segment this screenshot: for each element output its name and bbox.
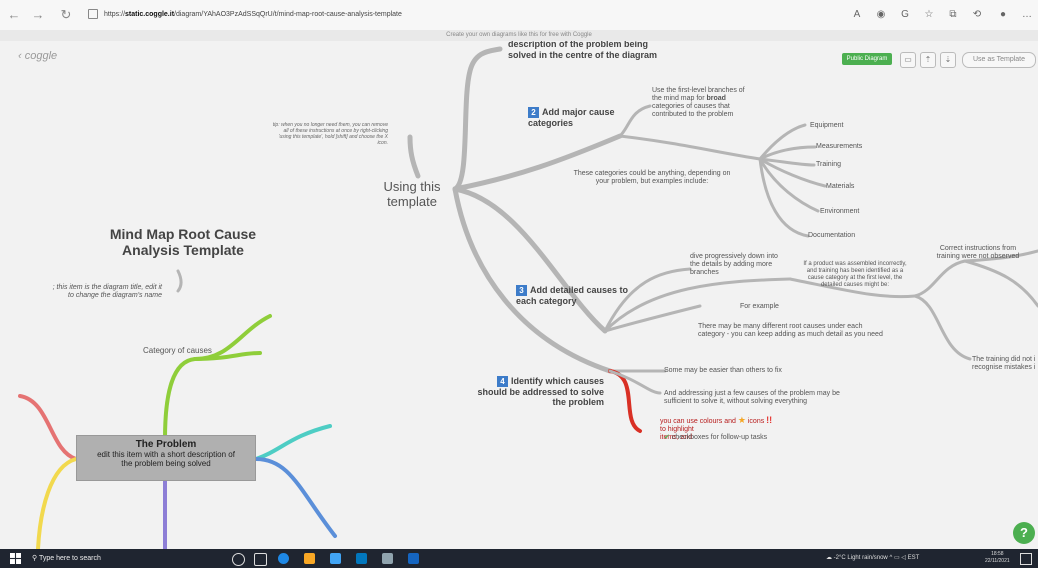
cortana-icon[interactable] [232, 553, 245, 566]
volume-icon[interactable]: ◁ [901, 555, 906, 561]
forward-icon[interactable]: → [30, 7, 46, 23]
step2-number-badge: 2 [528, 107, 539, 119]
browser-toolbar: ← → ↻ https://static.coggle.it/diagram/Y… [0, 0, 1038, 31]
collections-icon[interactable]: ⧉ [946, 8, 960, 22]
public-diagram-badge[interactable]: Public Diagram [842, 53, 892, 65]
category-equipment[interactable]: Equipment [810, 122, 843, 130]
windows-start-icon[interactable] [10, 553, 21, 564]
chevron-up-icon[interactable]: ^ [889, 555, 892, 561]
notifications-icon[interactable] [1020, 553, 1032, 565]
taskbar-search[interactable]: ⚲ Type here to search [32, 551, 212, 566]
mind-map-canvas[interactable]: ‹ coggle Public Diagram ▭ ⇡ ⇣ Use as Tem… [0, 41, 1038, 549]
comment-icon[interactable]: ▭ [900, 52, 916, 68]
download-icon[interactable]: ⇣ [940, 52, 956, 68]
more-menu-icon[interactable]: … [1020, 8, 1034, 22]
problem-node[interactable]: The Problem edit this item with a short … [76, 435, 256, 481]
many-causes-note[interactable]: There may be many different root causes … [698, 323, 883, 339]
checkbox-note[interactable]: ✔ checkboxes for follow-up tasks [664, 434, 767, 442]
step2-desc-part2: categories of causes that contributed to… [652, 103, 734, 118]
checkbox-icon: ✔ [664, 434, 670, 441]
step3-node[interactable]: 3 Add detailed causes to each category [516, 285, 628, 306]
extension-icon[interactable]: ◉ [874, 8, 888, 22]
favorite-icon[interactable]: ☆ [922, 8, 936, 22]
help-button[interactable]: ? [1013, 522, 1035, 544]
coggle-logo[interactable]: ‹ coggle [18, 50, 57, 62]
example-description[interactable]: If a product was assembled incorrectly, … [780, 261, 930, 289]
category-measurements[interactable]: Measurements [816, 143, 862, 151]
share-icon[interactable]: ⇡ [920, 52, 936, 68]
taskbar-search-placeholder: Type here to search [38, 555, 101, 562]
step4-node[interactable]: 4 Identify which causes should be address… [468, 376, 604, 407]
problem-title: The Problem [135, 439, 197, 450]
star-icon: ★ [737, 415, 746, 425]
step2-node[interactable]: 2 Add major cause categories [528, 107, 615, 128]
detail-cause-training[interactable]: The training did not i recognise mistake… [972, 356, 1035, 372]
back-icon[interactable]: ← [6, 7, 22, 23]
use-as-template-button[interactable]: Use as Template [962, 52, 1036, 68]
step2-desc-bold: broad [706, 95, 726, 102]
clock[interactable]: 18:58 22/11/2021 [985, 551, 1010, 565]
edge-icon[interactable] [278, 553, 289, 564]
checkboxes-text: checkboxes for follow-up tasks [671, 434, 768, 441]
category-training[interactable]: Training [816, 161, 841, 169]
reload-icon[interactable]: ↻ [58, 7, 74, 23]
step1-partial-text[interactable]: description of the problem being solved … [508, 41, 657, 61]
history-icon[interactable]: ⟲ [970, 8, 984, 22]
url-path: /diagram/YAhAO3PzAdSSqQrU/t/mind-map-roo… [174, 11, 402, 18]
app-icon[interactable] [382, 553, 393, 564]
word-icon[interactable] [408, 553, 419, 564]
center-node[interactable]: Using this template [372, 179, 452, 209]
weather-icon[interactable]: ☁ [826, 555, 832, 561]
google-icon[interactable]: G [898, 8, 912, 22]
step4-number-badge: 4 [496, 376, 508, 388]
network-icon[interactable]: ▭ [894, 555, 900, 561]
mail-icon[interactable] [356, 553, 367, 564]
address-bar[interactable]: https://static.coggle.it/diagram/YAhAO3P… [88, 5, 848, 25]
step3-label: Add detailed causes to each category [516, 285, 629, 307]
promo-banner[interactable]: Create your own diagrams like this for f… [0, 30, 1038, 41]
weather-text[interactable]: -2°C Light rain/snow [834, 555, 888, 561]
colours-text: you can use colours and [660, 418, 736, 425]
category-documentation[interactable]: Documentation [808, 232, 855, 240]
task-view-icon[interactable] [254, 553, 267, 566]
problem-subtitle: edit this item with a short description … [97, 450, 235, 468]
url-domain: static.coggle.it [125, 11, 175, 18]
categories-description[interactable]: These categories could be anything, depe… [562, 170, 742, 186]
category-environment[interactable]: Environment [820, 208, 859, 216]
dive-note[interactable]: dive progressively down into the details… [690, 253, 778, 277]
addressing-note[interactable]: And addressing just a few causes of the … [664, 390, 840, 406]
detail-cause-correct-instructions[interactable]: Correct instructions from training were … [918, 245, 1038, 261]
exclamation-icon: !! [766, 415, 773, 425]
store-icon[interactable] [330, 553, 341, 564]
clock-date: 22/11/2021 [985, 558, 1010, 564]
icons-text: icons [747, 418, 765, 425]
step2-label: Add major cause categories [528, 107, 615, 129]
profile-avatar[interactable]: ● [996, 8, 1010, 22]
clock-time: 18:58 [991, 551, 1004, 557]
category-materials[interactable]: Materials [826, 183, 854, 191]
step3-number-badge: 3 [516, 285, 527, 297]
search-icon: ⚲ [32, 555, 38, 562]
for-example-label[interactable]: For example [740, 303, 779, 311]
step2-desc-part1: Use the first-level branches of the mind… [652, 87, 745, 102]
file-explorer-icon[interactable] [304, 553, 315, 564]
diagram-title[interactable]: Mind Map Root Cause Analysis Template [88, 226, 278, 258]
windows-taskbar: ⚲ Type here to search ☁ -2°C Light rain/… [0, 549, 1038, 568]
language-indicator[interactable]: EST [908, 555, 920, 561]
tip-note[interactable]: tip: when you no longer need them, you c… [228, 122, 388, 146]
easier-note[interactable]: Some may be easier than others to fix [664, 367, 782, 375]
system-tray: ☁ -2°C Light rain/snow ^ ▭ ◁ EST [826, 549, 919, 568]
read-aloud-icon[interactable]: A [850, 8, 864, 22]
step2-description[interactable]: Use the first-level branches of the mind… [652, 87, 745, 119]
title-note[interactable]: ; this item is the diagram title, edit i… [0, 284, 162, 300]
category-of-causes[interactable]: Category of causes [143, 347, 212, 355]
url-prefix: https:// [104, 11, 126, 18]
lock-icon [88, 9, 98, 20]
